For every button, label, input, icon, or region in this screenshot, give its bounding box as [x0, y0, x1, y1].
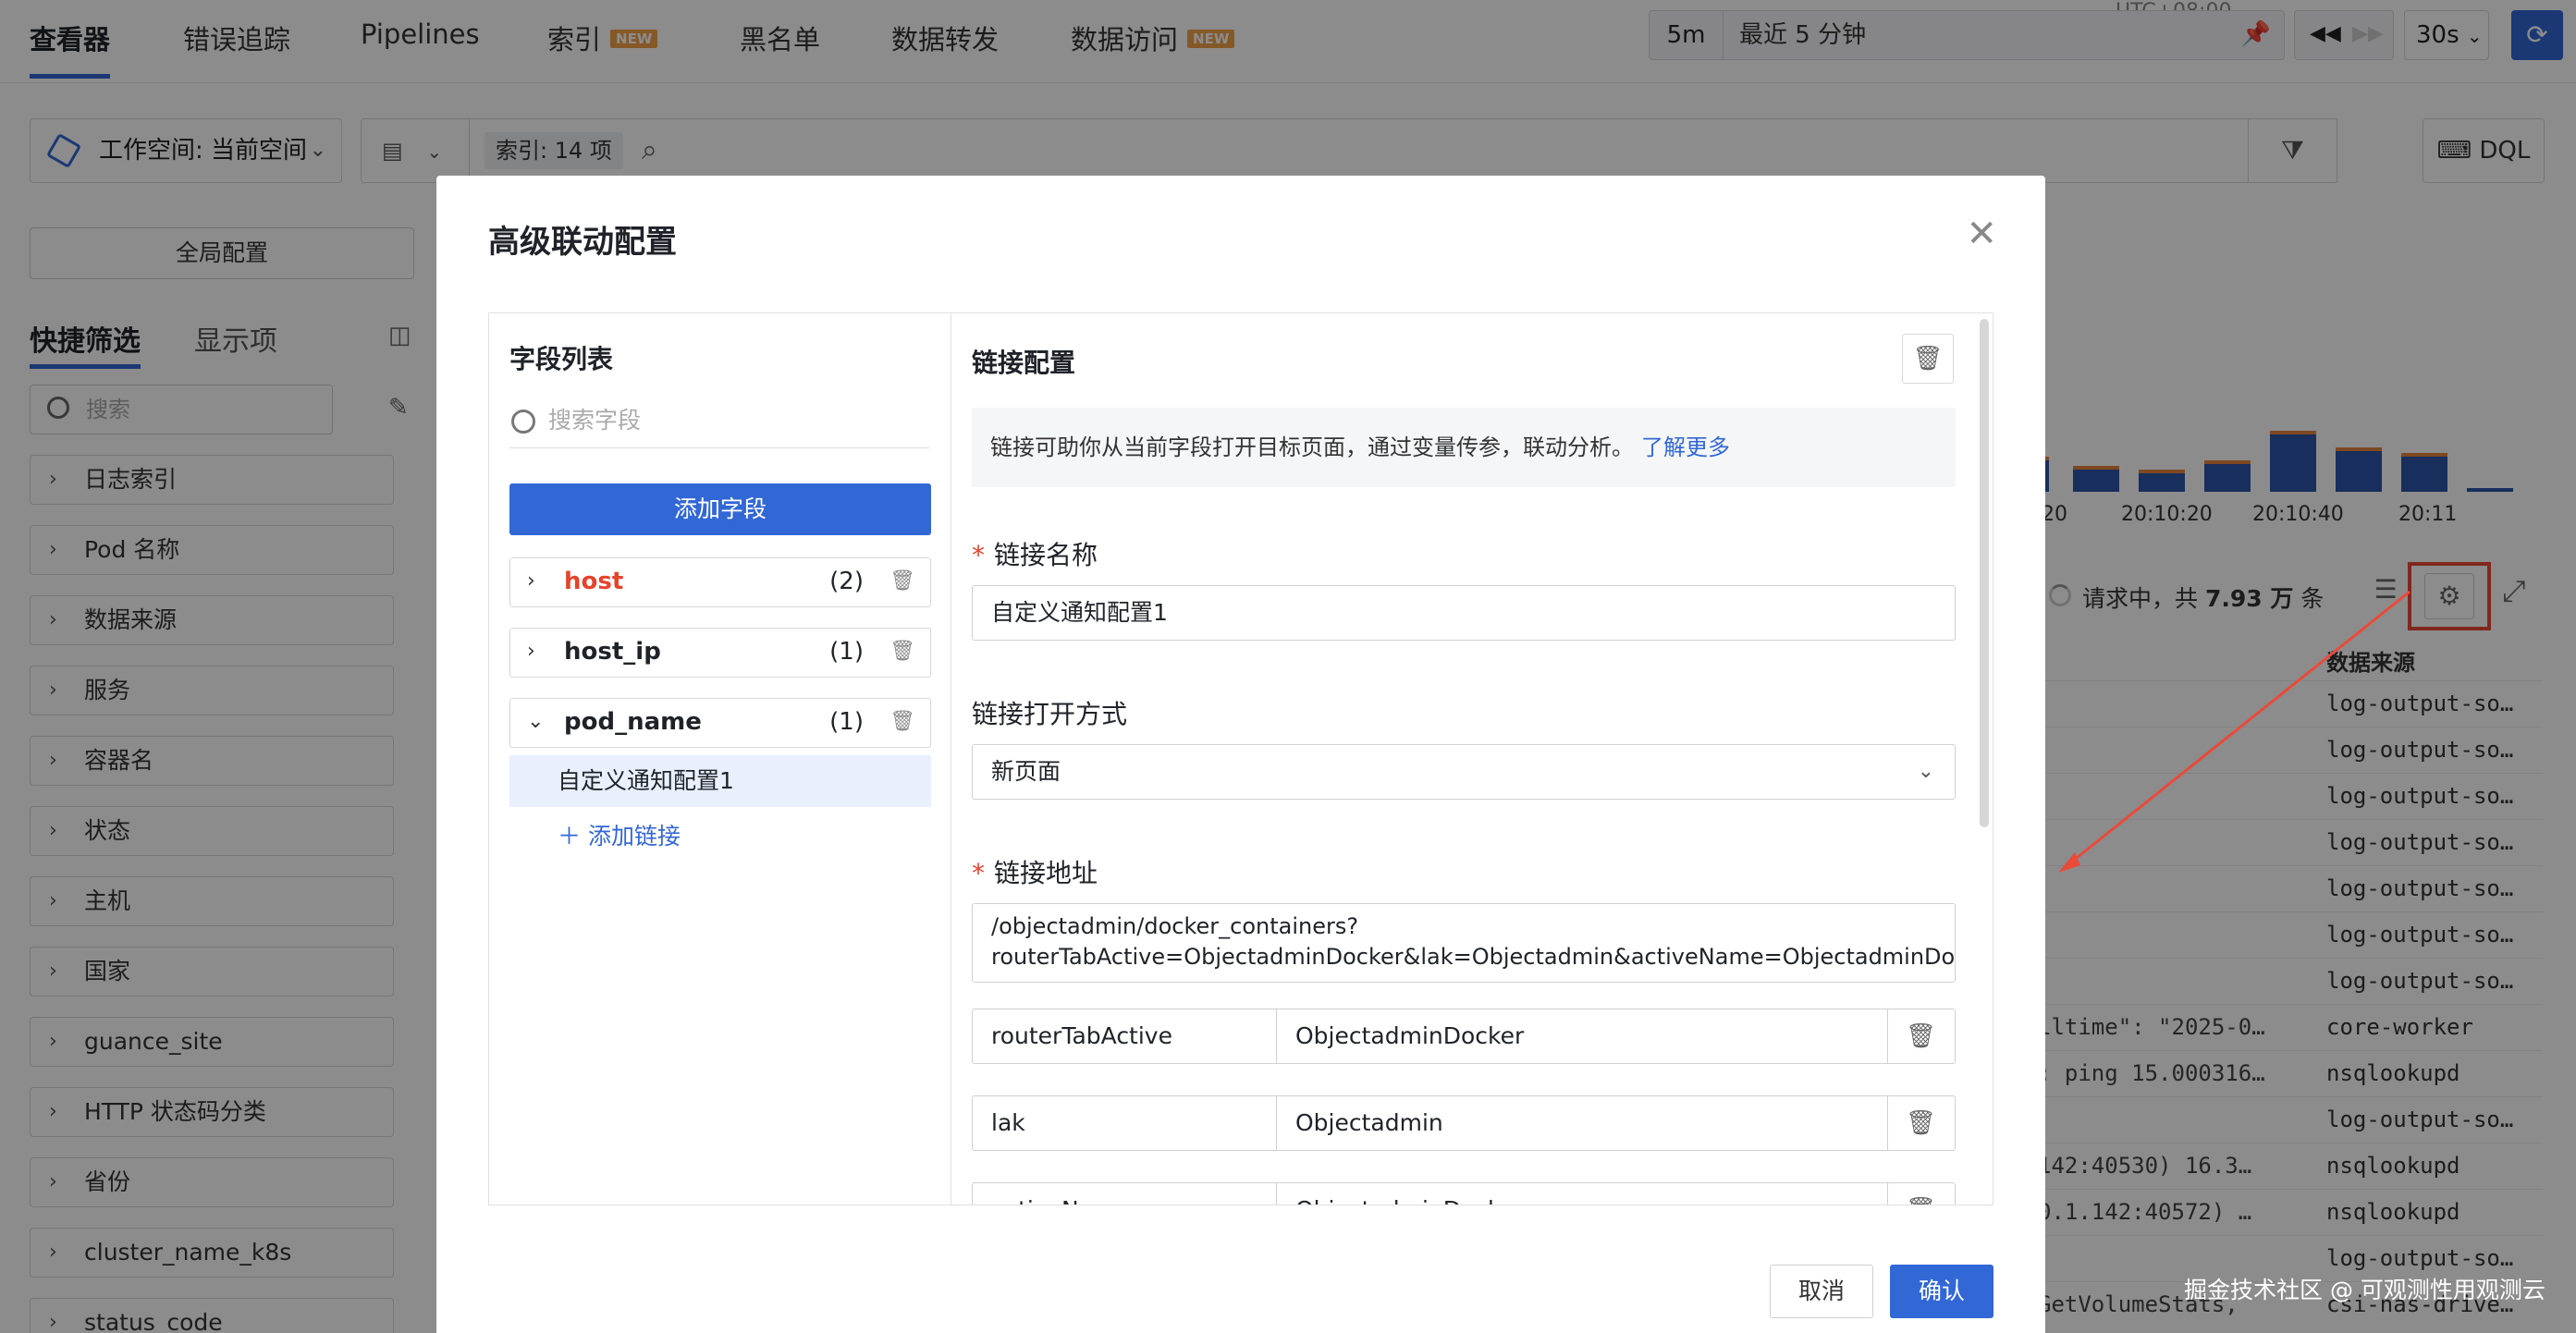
delete-link-button[interactable]: 🗑	[1902, 334, 1954, 384]
param-key-input[interactable]: activeName	[972, 1182, 1277, 1205]
scrollbar[interactable]	[1980, 319, 1989, 827]
param-row: routerTabActive ObjectadminDocker 🗑	[972, 1009, 1956, 1064]
link-config-title: 链接配置	[972, 348, 1076, 378]
search-icon	[511, 410, 535, 434]
url-line: /objectadmin/docker_containers?	[991, 913, 1359, 939]
link-name-label: * 链接名称	[972, 535, 1098, 572]
field-search-input[interactable]: 搜索字段	[509, 395, 929, 448]
field-name: host_ip	[564, 638, 661, 666]
dialog-body: 字段列表 搜索字段 添加字段 › host (2) 🗑 › host_ip (1…	[488, 312, 1993, 1205]
search-placeholder: 搜索字段	[548, 407, 642, 434]
field-count: (2)	[829, 568, 864, 595]
required-mark: *	[972, 858, 985, 888]
trash-icon: 🗑	[1912, 345, 1944, 373]
chevron-right-icon: ›	[527, 640, 535, 663]
param-value-input[interactable]: ObjectadminDocker	[1276, 1009, 1888, 1064]
confirm-button[interactable]: 确认	[1890, 1265, 1993, 1318]
add-link-button[interactable]: ＋ 添加链接	[558, 818, 681, 851]
field-row-host[interactable]: › host (2) 🗑	[509, 557, 931, 607]
cancel-button[interactable]: 取消	[1770, 1265, 1873, 1318]
chevron-down-icon: ⌄	[1917, 760, 1934, 783]
param-key-input[interactable]: lak	[972, 1095, 1277, 1151]
label-text: 链接地址	[994, 858, 1098, 888]
tip-text: 链接可助你从当前字段打开目标页面，通过变量传参，联动分析。	[990, 434, 1634, 460]
link-url-textarea[interactable]: /objectadmin/docker_containers? routerTa…	[972, 903, 1956, 983]
param-row: activeName ObjectadminDocker 🗑	[972, 1182, 1956, 1205]
link-url-label: * 链接地址	[972, 853, 1098, 890]
field-row-host-ip[interactable]: › host_ip (1) 🗑	[509, 628, 931, 678]
field-list-title: 字段列表	[509, 344, 614, 374]
field-list-panel: 字段列表 搜索字段 添加字段 › host (2) 🗑 › host_ip (1…	[489, 313, 951, 1205]
dialog-title: 高级联动配置	[488, 224, 677, 261]
trash-icon[interactable]: 🗑	[1887, 1182, 1956, 1205]
param-value-input[interactable]: Objectadmin	[1276, 1095, 1888, 1151]
trash-icon[interactable]: 🗑	[889, 640, 915, 663]
plus-icon: ＋	[558, 823, 582, 850]
close-icon[interactable]: ✕	[1966, 213, 1997, 255]
field-count: (1)	[829, 638, 864, 666]
field-name: host	[564, 568, 624, 595]
info-tip: 链接可助你从当前字段打开目标页面，通过变量传参，联动分析。 了解更多	[972, 408, 1956, 487]
param-key-input[interactable]: routerTabActive	[972, 1009, 1277, 1064]
param-row: lak Objectadmin 🗑	[972, 1095, 1956, 1151]
select-value: 新页面	[991, 758, 1061, 785]
field-count: (1)	[829, 708, 864, 736]
link-config-panel: 链接配置 🗑 链接可助你从当前字段打开目标页面，通过变量传参，联动分析。 了解更多…	[951, 313, 1993, 1205]
required-mark: *	[972, 540, 985, 570]
chevron-down-icon: ⌄	[527, 710, 545, 733]
label-text: 链接名称	[994, 540, 1098, 570]
learn-more-link[interactable]: 了解更多	[1641, 434, 1730, 460]
add-field-button[interactable]: 添加字段	[509, 483, 931, 535]
trash-icon[interactable]: 🗑	[889, 569, 915, 593]
param-value-input[interactable]: ObjectadminDocker	[1276, 1182, 1888, 1205]
open-mode-select[interactable]: 新页面 ⌄	[972, 744, 1956, 800]
field-row-pod-name[interactable]: ⌄ pod_name (1) 🗑	[509, 698, 931, 748]
watermark: 掘金技术社区 @ 可观测性用观测云	[2184, 1277, 2545, 1303]
advanced-link-config-dialog: 高级联动配置 ✕ 字段列表 搜索字段 添加字段 › host (2) 🗑 › h…	[436, 176, 2045, 1333]
trash-icon[interactable]: 🗑	[1887, 1009, 1956, 1064]
url-line: routerTabActive=ObjectadminDocker&lak=Ob…	[991, 944, 1956, 970]
link-item-selected[interactable]: 自定义通知配置1	[509, 755, 931, 807]
field-name: pod_name	[564, 708, 702, 736]
add-link-label: 添加链接	[587, 823, 681, 850]
chevron-right-icon: ›	[527, 569, 535, 593]
trash-icon[interactable]: 🗑	[889, 710, 915, 733]
open-mode-label: 链接打开方式	[972, 699, 1128, 729]
link-name-input[interactable]: 自定义通知配置1	[972, 585, 1956, 641]
trash-icon[interactable]: 🗑	[1887, 1095, 1956, 1151]
